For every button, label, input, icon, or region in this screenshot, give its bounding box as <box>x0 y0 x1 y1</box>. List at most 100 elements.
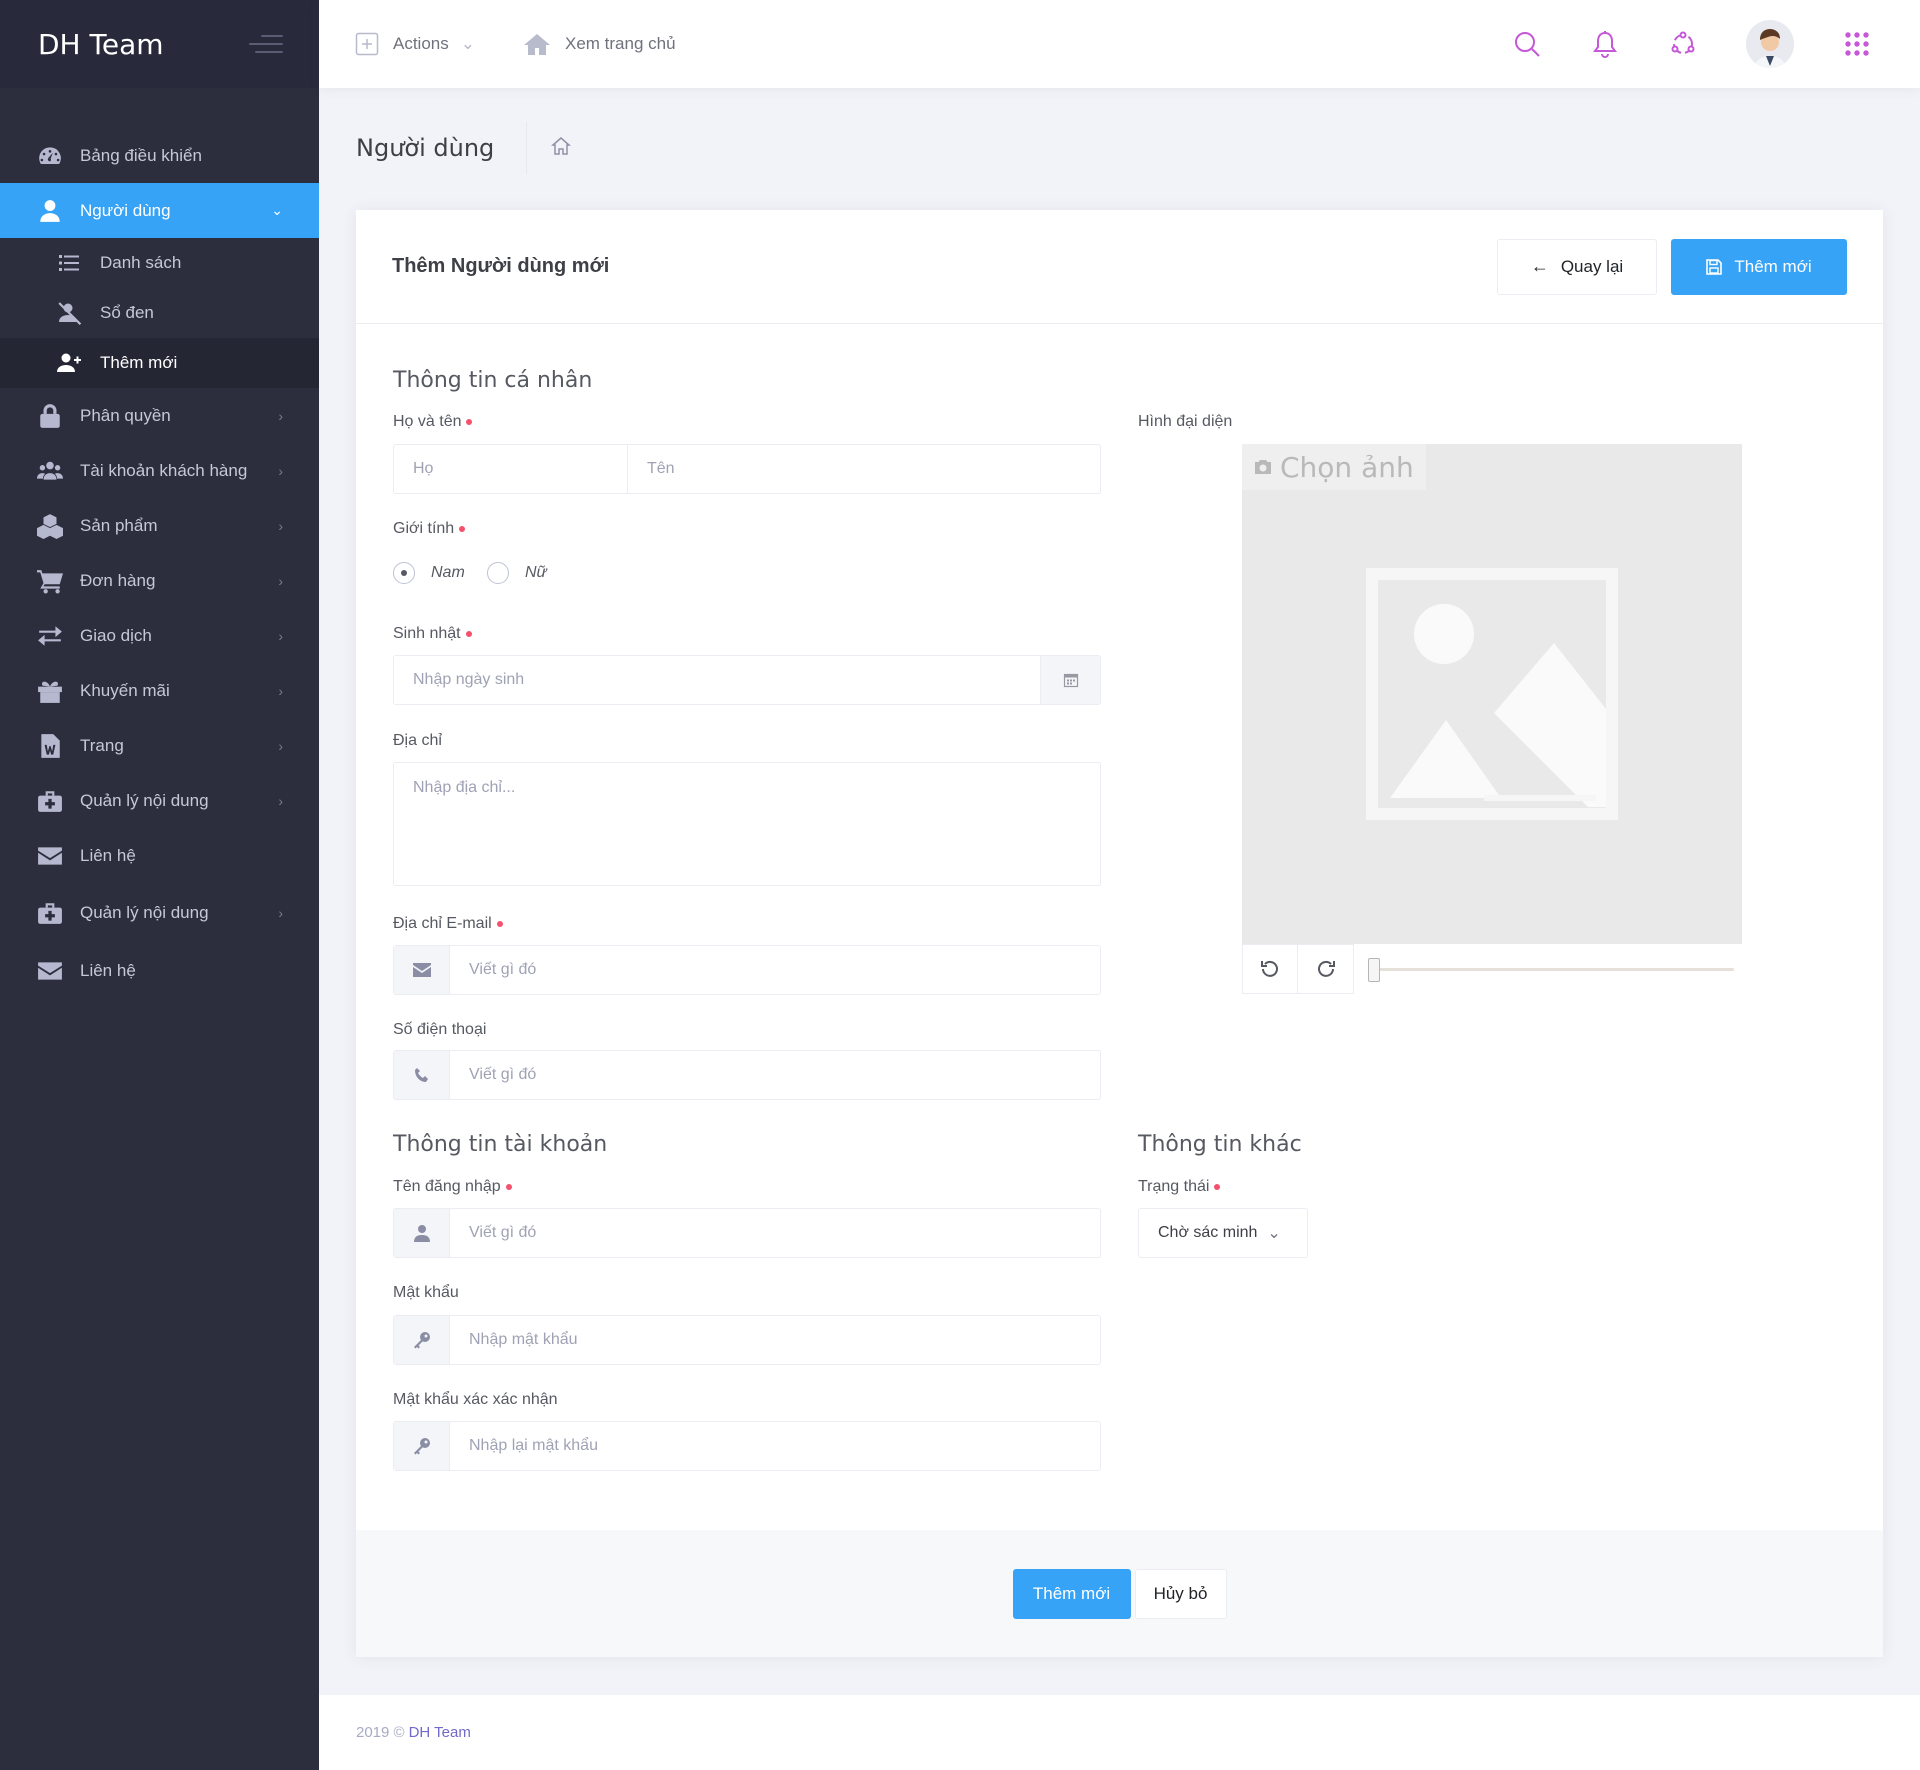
header-tools <box>1464 0 1872 88</box>
add-new-button-label: Thêm mới <box>1734 256 1812 276</box>
search-icon[interactable] <box>1512 29 1542 59</box>
brand-bar: DH Team <box>0 0 319 88</box>
required-dot <box>496 920 503 927</box>
image-placeholder-icon <box>1366 568 1618 820</box>
user-slash-icon <box>56 300 82 326</box>
sidebar-subitem-label: Danh sách <box>100 253 182 272</box>
brand-logo[interactable]: DH Team <box>38 28 164 61</box>
home-icon <box>524 34 550 55</box>
view-homepage-link[interactable]: Xem trang chủ <box>523 32 676 56</box>
lock-icon <box>36 402 64 430</box>
slider-thumb[interactable] <box>1368 958 1380 982</box>
arrow-left-icon: ← <box>1530 256 1549 276</box>
menu-toggle-icon[interactable] <box>249 35 283 53</box>
users-icon <box>36 457 64 485</box>
sidebar-item-label: Quản lý nội dung <box>80 903 209 922</box>
cubes-icon <box>36 512 64 540</box>
username-input[interactable]: Viết gì đó <box>450 1209 1100 1257</box>
password-input[interactable]: Nhập mật khẩu <box>450 1316 1100 1364</box>
firstname-input[interactable]: Tên <box>627 444 1101 494</box>
envelope-icon <box>36 957 64 985</box>
sidebar-item-orders[interactable]: Đơn hàng › <box>0 553 319 608</box>
gender-female-radio[interactable]: Nữ <box>487 562 547 584</box>
sidebar-item-content-2[interactable]: Quản lý nội dung › <box>0 883 319 943</box>
page-footer: 2019 © DH Team <box>319 1695 1920 1770</box>
required-dot <box>465 630 472 637</box>
footer-brand-link[interactable]: DH Team <box>409 1724 471 1741</box>
lastname-input[interactable]: Họ <box>393 444 627 494</box>
sidebar-subitem-list[interactable]: Danh sách <box>0 238 319 288</box>
copyright-text: 2019 © <box>356 1724 405 1741</box>
actions-dropdown[interactable]: Actions ⌄ <box>355 32 475 56</box>
chevron-right-icon: › <box>278 627 283 644</box>
apps-grid-icon[interactable] <box>1842 29 1872 59</box>
rotate-right-button[interactable] <box>1298 944 1354 994</box>
dashboard-icon <box>36 142 64 170</box>
sidebar-item-users[interactable]: Người dùng ⌄ <box>0 183 319 238</box>
medkit-icon <box>36 787 64 815</box>
chevron-down-icon: ⌄ <box>1267 1225 1281 1242</box>
sidebar-item-label: Phân quyền <box>80 405 171 425</box>
confirm-password-field: Nhập lại mật khẩu <box>393 1421 1101 1471</box>
section-account-info: Thông tin tài khoản <box>393 1132 608 1157</box>
sidebar-item-label: Giao dịch <box>80 625 152 645</box>
sidebar-item-label: Sản phẩm <box>80 515 158 535</box>
sidebar-subitem-blacklist[interactable]: Sổ đen <box>0 288 319 338</box>
submit-button[interactable]: Thêm mới <box>1012 1568 1131 1619</box>
email-label-text: Địa chỉ E-mail <box>393 915 492 932</box>
choose-image-button[interactable]: Chọn ảnh <box>1242 444 1426 490</box>
form-actions: Thêm mới Hủy bỏ <box>356 1530 1883 1657</box>
avatar-image-preview[interactable]: Chọn ảnh <box>1242 444 1742 944</box>
breadcrumb-home-icon[interactable] <box>551 136 572 161</box>
birthday-input[interactable]: Nhập ngày sinh <box>394 656 1040 704</box>
calendar-icon[interactable] <box>1040 656 1100 704</box>
fullname-label: Họ và tên <box>393 413 473 431</box>
sidebar-item-content[interactable]: Quản lý nội dung › <box>0 773 319 828</box>
avatar[interactable] <box>1746 20 1794 68</box>
sync-icon[interactable] <box>1668 29 1698 59</box>
add-user-form-card: Thêm Người dùng mới ← Quay lại Thêm mới … <box>356 210 1883 1657</box>
phone-input[interactable]: Viết gì đó <box>450 1051 1100 1099</box>
key-icon <box>394 1422 450 1470</box>
sidebar-item-contact-2[interactable]: Liên hệ <box>0 943 319 998</box>
cancel-button[interactable]: Hủy bỏ <box>1134 1568 1227 1619</box>
bell-icon[interactable] <box>1590 29 1620 59</box>
sidebar-item-promotions[interactable]: Khuyến mãi › <box>0 663 319 718</box>
chevron-right-icon: › <box>278 407 283 424</box>
envelope-icon <box>394 946 450 994</box>
username-label: Tên đăng nhập <box>393 1178 512 1196</box>
chevron-right-icon: › <box>278 462 283 479</box>
user-icon <box>394 1209 450 1257</box>
gender-male-label: Nam <box>431 564 465 581</box>
sidebar-item-transactions[interactable]: Giao dịch › <box>0 608 319 663</box>
sidebar-item-products[interactable]: Sản phẩm › <box>0 498 319 553</box>
email-field: Viết gì đó <box>393 945 1101 995</box>
card-title: Thêm Người dùng mới <box>392 255 610 277</box>
back-button[interactable]: ← Quay lại <box>1497 238 1657 295</box>
address-textarea[interactable]: Nhập địa chỉ... <box>393 762 1101 886</box>
sidebar-item-contact[interactable]: Liên hệ <box>0 828 319 883</box>
sidebar-item-permissions[interactable]: Phân quyền › <box>0 388 319 443</box>
gender-female-label: Nữ <box>525 564 547 581</box>
save-icon <box>1706 258 1723 275</box>
add-new-button[interactable]: Thêm mới <box>1671 238 1847 295</box>
view-homepage-label: Xem trang chủ <box>565 34 676 53</box>
back-button-label: Quay lại <box>1560 256 1624 276</box>
rotate-left-button[interactable] <box>1242 944 1298 994</box>
status-select[interactable]: Chờ sác minh ⌄ <box>1138 1208 1308 1258</box>
email-input[interactable]: Viết gì đó <box>450 946 1100 994</box>
sidebar-item-dashboard[interactable]: Bảng điều khiển <box>0 128 319 183</box>
phone-field: Viết gì đó <box>393 1050 1101 1100</box>
gender-male-radio[interactable]: Nam <box>393 562 465 584</box>
sidebar-item-label: Trang <box>80 735 124 755</box>
section-other-info: Thông tin khác <box>1138 1132 1302 1157</box>
confirm-password-input[interactable]: Nhập lại mật khẩu <box>450 1422 1100 1470</box>
image-controls <box>1242 944 1742 994</box>
sidebar: DH Team Bảng điều khiển Người dùng ⌄ Dan… <box>0 0 319 1770</box>
sidebar-item-customer-accounts[interactable]: Tài khoản khách hàng › <box>0 443 319 498</box>
sidebar-menu: Bảng điều khiển Người dùng ⌄ Danh sách S… <box>0 128 319 998</box>
sidebar-subitem-add-new[interactable]: Thêm mới <box>0 338 319 388</box>
zoom-slider[interactable] <box>1368 944 1742 994</box>
sidebar-item-pages[interactable]: Trang › <box>0 718 319 773</box>
address-label: Địa chỉ <box>393 732 442 749</box>
